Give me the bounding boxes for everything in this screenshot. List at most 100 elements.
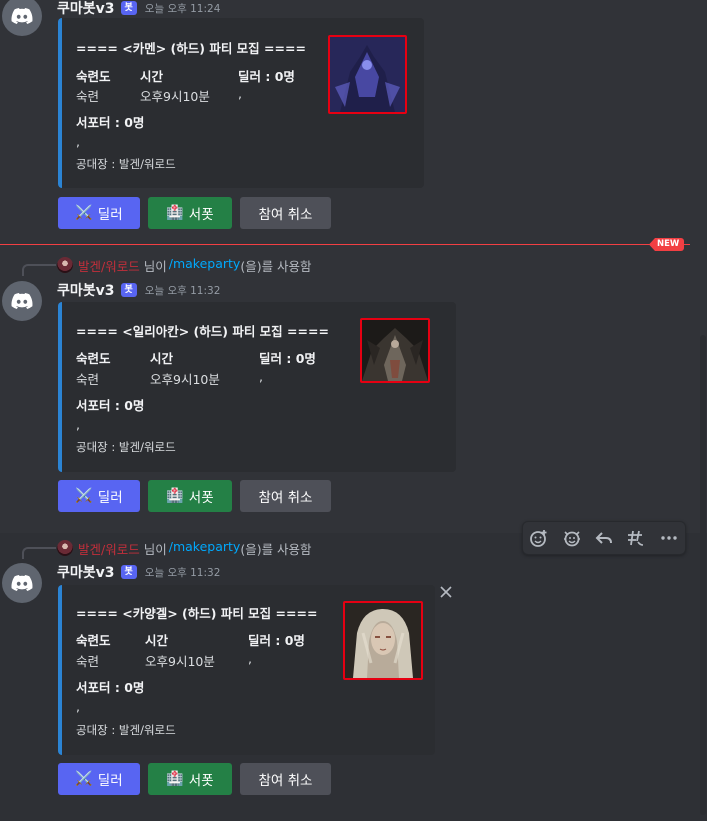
field-dealer-value: , [238,86,242,101]
reply-mid-text: 님이 [143,542,167,557]
field-proficiency-value: 숙련 [76,654,100,669]
field-supporter-value: , [76,699,80,714]
dealer-button-label: 딜러 [97,207,123,223]
embed-footer-leader: 공대장 : 발겐/워로드 [76,440,176,454]
cancel-button-label: 참여 취소 [258,207,313,223]
more-options-icon[interactable] [657,526,681,550]
field-time-label: 시간 [140,69,164,84]
field-time-label: 시간 [145,633,169,648]
cancel-button[interactable]: 참여 취소 [240,480,331,512]
party-embed: ==== <카양겔> (하드) 파티 모집 ==== 숙련도 시간 딜러 : 0… [58,585,435,755]
message-2: 발겐/워로드 님이 /makeparty (을)를 사용함 쿠마봇v3 봇 오늘 … [0,255,707,520]
cancel-button[interactable]: 참여 취소 [240,197,331,229]
reply-command[interactable]: /makeparty [169,539,241,558]
field-dealer-label: 딜러 : 0명 [259,351,316,366]
bot-tag: 봇 [120,1,137,15]
new-badge: NEW [649,238,685,251]
bot-username[interactable]: 쿠마봇v3 [57,280,115,300]
reply-spine [22,264,56,276]
dealer-button[interactable]: ⚔️ 딜러 [58,480,140,512]
reply-suffix: (을)를 사용함 [240,259,312,274]
discord-logo-icon [11,8,33,24]
bot-avatar[interactable] [2,0,42,36]
field-supporter-label: 서포터 : 0명 [76,398,145,413]
timestamp[interactable]: 오늘 오후 11:32 [145,283,221,298]
field-dealer-label: 딜러 : 0명 [238,69,295,84]
field-proficiency-label: 숙련도 [76,69,111,84]
reply-username[interactable]: 발겐/워로드 [78,539,140,558]
message-header: 쿠마봇v3 봇 오늘 오후 11:24 [57,0,220,18]
support-button-label: 서폿 [188,490,214,506]
timestamp[interactable]: 오늘 오후 11:24 [145,1,221,16]
add-reaction-icon[interactable] [527,526,551,550]
party-embed: ==== <카멘> (하드) 파티 모집 ==== 숙련도 시간 딜러 : 0명… [58,18,424,188]
field-time-value: 오후9시10분 [145,654,215,669]
new-messages-divider [0,244,690,245]
reply-user-avatar[interactable] [57,257,73,273]
field-supporter-label: 서포터 : 0명 [76,115,145,130]
field-supporter-value: , [76,417,80,432]
super-reaction-icon[interactable] [560,526,584,550]
field-proficiency-value: 숙련 [76,89,100,104]
field-time-value: 오후9시10분 [140,89,210,104]
message-1: 쿠마봇v3 봇 오늘 오후 11:24 ==== <카멘> (하드) 파티 모집… [0,0,707,235]
timestamp[interactable]: 오늘 오후 11:32 [145,565,221,580]
message-actions-toolbar [522,521,686,555]
field-proficiency-label: 숙련도 [76,633,111,648]
field-dealer-value: , [259,369,263,384]
close-icon[interactable] [438,584,454,600]
message-3: 발겐/워로드 님이 /makeparty (을)를 사용함 쿠마봇v3 봇 오늘 … [0,533,707,821]
dealer-button[interactable]: ⚔️ 딜러 [58,763,140,795]
reply-command[interactable]: /makeparty [169,256,241,275]
dealer-button-label: 딜러 [97,490,123,506]
illiakan-boss-image[interactable] [360,318,430,383]
scrollbar-track[interactable] [700,335,706,815]
bot-avatar[interactable] [2,563,42,603]
embed-title: ==== <카양겔> (하드) 파티 모집 ==== [76,606,318,621]
bot-username[interactable]: 쿠마봇v3 [57,0,115,18]
reply-username[interactable]: 발겐/워로드 [78,256,140,275]
hospital-icon: 🏥 [166,771,184,787]
reply-spine [22,547,56,559]
cancel-button[interactable]: 참여 취소 [240,763,331,795]
reply-suffix: (을)를 사용함 [240,542,312,557]
kayangel-boss-image[interactable] [343,601,423,680]
support-button[interactable]: 🏥 서폿 [148,763,232,795]
discord-logo-icon [11,293,33,309]
field-time-label: 시간 [150,351,174,366]
bot-username[interactable]: 쿠마봇v3 [57,562,115,582]
bot-avatar[interactable] [2,281,42,321]
reply-mid-text: 님이 [143,259,167,274]
field-supporter-label: 서포터 : 0명 [76,680,145,695]
dealer-button-label: 딜러 [97,773,123,789]
support-button[interactable]: 🏥 서폿 [148,197,232,229]
hospital-icon: 🏥 [166,205,184,221]
message-header: 쿠마봇v3 봇 오늘 오후 11:32 [57,280,220,300]
embed-footer-leader: 공대장 : 발겐/워로드 [76,157,176,171]
field-dealer-label: 딜러 : 0명 [248,633,305,648]
field-time-value: 오후9시10분 [150,372,220,387]
support-button-label: 서폿 [188,207,214,223]
field-proficiency-label: 숙련도 [76,351,111,366]
hospital-icon: 🏥 [166,488,184,504]
embed-title: ==== <카멘> (하드) 파티 모집 ==== [76,41,306,56]
bot-tag: 봇 [120,565,137,579]
kamen-boss-image[interactable] [328,35,407,114]
crossed-swords-icon: ⚔️ [75,205,93,221]
dealer-button[interactable]: ⚔️ 딜러 [58,197,140,229]
message-header: 쿠마봇v3 봇 오늘 오후 11:32 [57,562,220,582]
crossed-swords-icon: ⚔️ [75,488,93,504]
support-button[interactable]: 🏥 서폿 [148,480,232,512]
cancel-button-label: 참여 취소 [258,490,313,506]
bot-tag: 봇 [120,283,137,297]
field-supporter-value: , [76,134,80,149]
field-dealer-value: , [248,651,252,666]
reply-user-avatar[interactable] [57,540,73,556]
discord-logo-icon [11,575,33,591]
cancel-button-label: 참여 취소 [258,773,313,789]
crossed-swords-icon: ⚔️ [75,771,93,787]
support-button-label: 서폿 [188,773,214,789]
reply-icon[interactable] [592,526,616,550]
create-thread-icon[interactable] [624,526,648,550]
embed-footer-leader: 공대장 : 발겐/워로드 [76,723,176,737]
